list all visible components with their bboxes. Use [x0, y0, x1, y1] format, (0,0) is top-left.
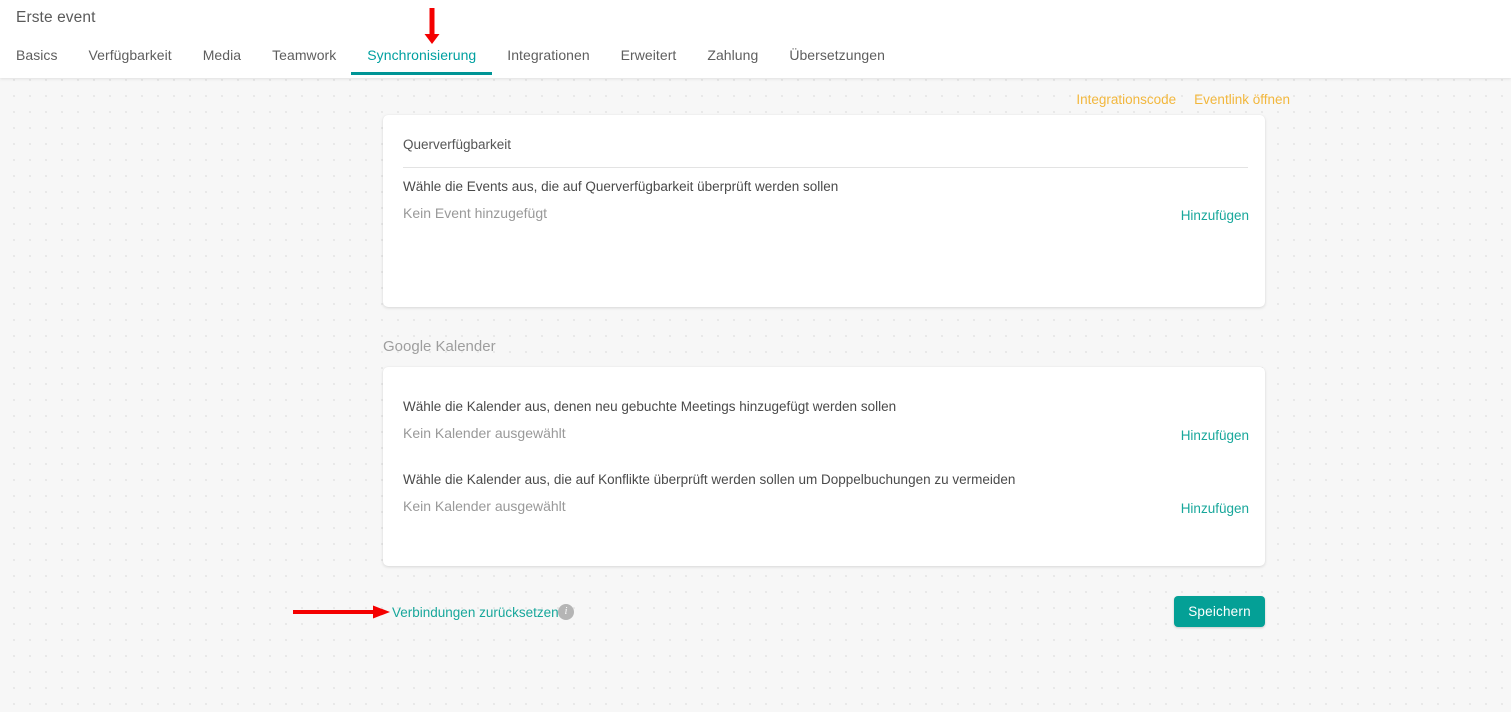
cross-availability-field-value: Kein Event hinzugefügt	[403, 205, 547, 221]
tab-zahlung[interactable]: Zahlung	[707, 40, 758, 75]
gcal-conflicts-field-value: Kein Kalender ausgewählt	[403, 498, 566, 514]
cross-availability-field-label: Wähle die Events aus, die auf Querverfüg…	[403, 179, 839, 194]
tab-media[interactable]: Media	[203, 40, 241, 75]
card-divider	[403, 167, 1248, 168]
gcal-conflicts-field-label: Wähle die Kalender aus, die auf Konflikt…	[403, 472, 1016, 487]
integration-code-link[interactable]: Integrationscode	[1076, 92, 1176, 107]
content-area: Integrationscode Eventlink öffnen Querve…	[0, 78, 1511, 712]
cross-availability-add-link[interactable]: Hinzufügen	[1181, 208, 1249, 223]
tab-teamwork[interactable]: Teamwork	[272, 40, 336, 75]
cross-availability-card: Querverfügbarkeit Wähle die Events aus, …	[383, 115, 1265, 307]
red-arrow-down-annotation	[424, 8, 440, 44]
gcal-conflicts-add-link[interactable]: Hinzufügen	[1181, 501, 1249, 516]
save-button[interactable]: Speichern	[1174, 596, 1265, 627]
red-arrow-right-annotation	[293, 605, 390, 619]
tab-integrationen[interactable]: Integrationen	[507, 40, 589, 75]
app-header: Erste event Basics Verfügbarkeit Media T…	[0, 0, 1511, 78]
tab-synchronisierung[interactable]: Synchronisierung	[351, 40, 493, 75]
tab-bar: Basics Verfügbarkeit Media Teamwork Sync…	[0, 40, 885, 78]
cross-availability-card-title: Querverfügbarkeit	[403, 137, 512, 152]
tab-uebersetzungen[interactable]: Übersetzungen	[789, 40, 885, 75]
info-icon[interactable]: i	[558, 604, 574, 620]
gcal-add-meetings-field-label: Wähle die Kalender aus, denen neu gebuch…	[403, 399, 897, 414]
google-calendar-card: Wähle die Kalender aus, denen neu gebuch…	[383, 367, 1265, 566]
tab-basics[interactable]: Basics	[16, 40, 58, 75]
gcal-add-meetings-add-link[interactable]: Hinzufügen	[1181, 428, 1249, 443]
google-calendar-section-heading: Google Kalender	[383, 338, 496, 355]
gcal-add-meetings-field-value: Kein Kalender ausgewählt	[403, 425, 566, 441]
tab-verfuegbarkeit[interactable]: Verfügbarkeit	[89, 40, 172, 75]
reset-connections-link[interactable]: Verbindungen zurücksetzen	[392, 605, 559, 620]
open-event-link[interactable]: Eventlink öffnen	[1194, 92, 1290, 107]
page-title: Erste event	[16, 9, 96, 26]
top-links: Integrationscode Eventlink öffnen	[1076, 92, 1290, 107]
tab-erweitert[interactable]: Erweitert	[621, 40, 677, 75]
